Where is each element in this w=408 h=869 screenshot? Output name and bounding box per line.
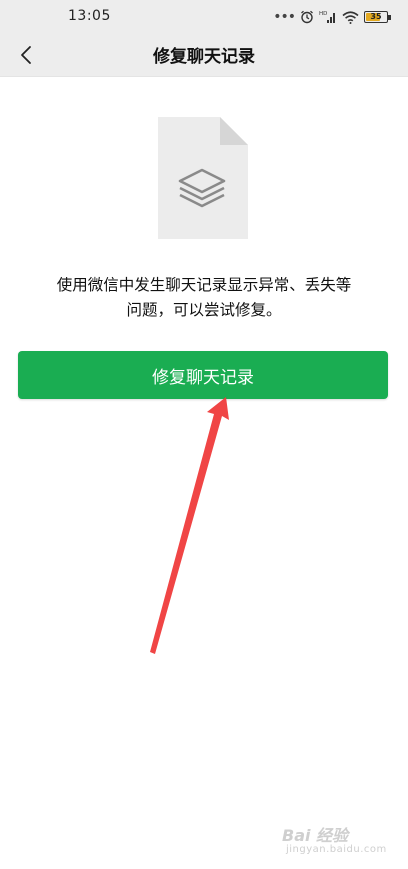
battery-level: 35: [370, 12, 382, 21]
wifi-icon: [342, 10, 359, 24]
description-text: 使用微信中发生聊天记录显示异常、丢失等 问题，可以尝试修复。: [30, 273, 378, 323]
signal-icon: HD: [319, 11, 335, 23]
network-badge: HD: [319, 11, 327, 17]
watermark: Bai 经验 jingyan.baidu.com: [282, 822, 402, 862]
dots-icon: •••: [273, 9, 296, 25]
main-content: 使用微信中发生聊天记录显示异常、丢失等 问题，可以尝试修复。 修复聊天记录: [0, 76, 408, 869]
status-bar: 13:05 ••• HD 35: [0, 0, 408, 34]
nav-bar: 修复聊天记录: [0, 34, 408, 76]
description-line-2: 问题，可以尝试修复。: [126, 301, 282, 319]
status-time: 13:05: [68, 8, 111, 24]
battery-icon: 35: [364, 11, 391, 23]
status-icons: ••• HD 35: [273, 7, 391, 27]
watermark-sub: jingyan.baidu.com: [286, 844, 387, 855]
page-title: 修复聊天记录: [153, 47, 255, 67]
document-layers-icon: [158, 117, 248, 239]
alarm-icon: [301, 10, 313, 24]
description-line-1: 使用微信中发生聊天记录显示异常、丢失等: [56, 276, 352, 294]
watermark-main: Bai 经验: [282, 826, 349, 845]
repair-chat-history-button[interactable]: 修复聊天记录: [18, 351, 388, 399]
